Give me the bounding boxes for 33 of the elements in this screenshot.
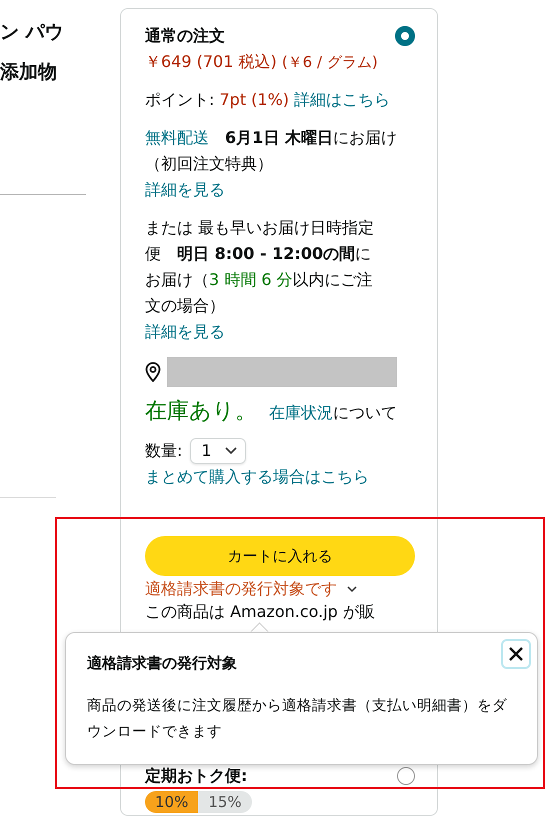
add-to-cart-button[interactable]: カートに入れる [145,536,415,576]
details-link[interactable]: 詳細を見る [145,319,415,345]
details-link[interactable]: 詳細を見る [145,177,415,203]
fast-delivery-text: または 最も早いお届け日時指定便 明日 8:00 - 12:00の間にお届け（3 時間 6 分以内にご注文の場合） [145,217,376,317]
close-button[interactable] [501,639,531,669]
discount-tab[interactable]: 15% [198,791,252,813]
points-label: ポイント: [145,90,216,109]
quantity-dropdown[interactable]: 1 [190,438,246,464]
title-text: 添加物 [0,60,58,85]
stock-status-link[interactable]: 在庫状況 [269,403,333,422]
free-shipping-link[interactable]: 無料配送 [145,128,209,147]
bulk-purchase-link[interactable]: まとめて購入する場合はこちら [145,464,415,490]
stock-info-text: 在庫状況について [269,403,397,422]
chevron-down-icon[interactable] [347,586,357,592]
discount-tab[interactable]: 10% [145,791,198,813]
points-value: 7pt (1%) [219,90,290,109]
offer-title: 通常の注文 [145,25,225,47]
popover-title: 適格請求書の発行対象 [87,653,238,674]
points-details-link[interactable]: 詳細はこちら [294,90,390,109]
quantity-label: 数量: [145,440,182,462]
invoice-link[interactable]: 適格請求書の発行対象です [145,576,337,602]
close-icon[interactable] [508,646,524,662]
popover-text: 商品の発送後に注文履歴から適格請求書（支払い明細書）をダウンロードできます [87,696,508,742]
subscribe-title: 定期おトク便: [145,766,248,786]
chevron-down-icon[interactable] [225,447,238,455]
title-text: ン パウ [0,20,65,45]
seller-text: この商品は Amazon.co.jp が販 [145,602,376,622]
delivery-text: 無料配送 6月1日 木曜日にお届け（初回注文特典） [145,127,398,175]
price-text: ￥649 (701 税込) (￥6 / グラム) [145,51,379,73]
radio-button[interactable] [397,767,415,785]
stock-status: 在庫あり。 [145,399,257,424]
radio-button[interactable] [395,26,415,46]
location-pin-icon [145,362,161,382]
